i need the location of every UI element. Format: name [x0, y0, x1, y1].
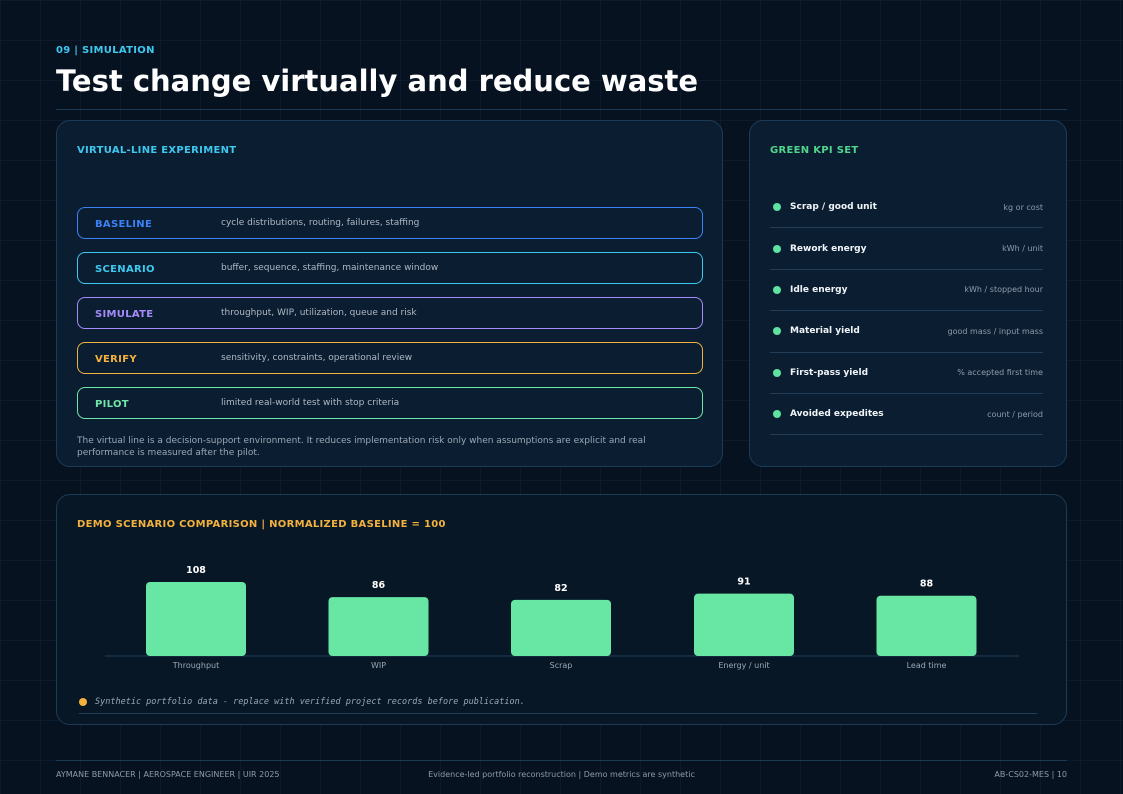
kpi-unit: % accepted first time [957, 368, 1043, 378]
demo-note-text: Synthetic portfolio data - replace with … [95, 697, 525, 707]
step-name: SCENARIO [95, 263, 155, 275]
step-name: BASELINE [95, 218, 153, 230]
experiment-note: The virtual line is a decision-support e… [77, 436, 646, 458]
footer-center: Evidence-led portfolio reconstruction | … [428, 770, 695, 779]
step-baseline: BASELINE cycle distributions, routing, f… [77, 207, 703, 239]
bar-value-label: 88 [920, 579, 934, 590]
bar-category-label: WIP [371, 661, 386, 670]
section-eyebrow: 09 | SIMULATION [56, 45, 155, 56]
kpi-item: Rework energy kWh / unit [770, 228, 1043, 270]
kpi-unit: kWh / unit [1002, 244, 1043, 254]
bullet-dot-icon [773, 244, 781, 253]
step-name: SIMULATE [95, 308, 154, 320]
footer-divider [56, 760, 1067, 761]
kpi-item: Material yield good mass / input mass [770, 311, 1043, 353]
page-title: Test change virtually and reduce waste [56, 64, 699, 98]
kpi-item: Avoided expedites count / period [770, 394, 1043, 436]
kpi-name: Scrap / good unit [790, 202, 877, 213]
bullet-dot-icon [773, 327, 781, 336]
experiment-panel: VIRTUAL-LINE EXPERIMENT BASELINE cycle d… [56, 120, 723, 467]
kpi-item: Idle energy kWh / stopped hour [770, 270, 1043, 312]
kpi-panel: GREEN KPI SET Scrap / good unit kg or co… [749, 120, 1067, 467]
bullet-dot-icon [773, 285, 781, 294]
bar-category-label: Scrap [550, 661, 573, 670]
step-verify: VERIFY sensitivity, constraints, operati… [77, 342, 703, 374]
bar-value-label: 82 [554, 583, 567, 594]
bar-category-label: Lead time [907, 661, 947, 670]
warning-dot-icon [79, 698, 87, 706]
step-scenario: SCENARIO buffer, sequence, staffing, mai… [77, 252, 703, 284]
bullet-dot-icon [773, 203, 781, 212]
bar-wip [328, 597, 429, 656]
kpi-list: Scrap / good unit kg or cost Rework ener… [770, 187, 1043, 436]
kpi-name: First-pass yield [790, 367, 869, 378]
bar-value-label: 108 [186, 565, 206, 576]
title-divider [56, 109, 1067, 110]
bar-lead-time [876, 595, 977, 656]
bullet-dot-icon [773, 368, 781, 377]
bar-category-label: Throughput [172, 661, 219, 670]
scenario-bar-chart: 108 Throughput 86 WIP 82 Scrap 91 Energy / unit… [105, 565, 1019, 670]
demo-note: Synthetic portfolio data - replace with … [79, 697, 1037, 714]
step-desc: sensitivity, constraints, operational re… [221, 352, 413, 363]
kpi-unit: count / period [987, 409, 1043, 419]
step-desc: throughput, WIP, utilization, queue and … [221, 307, 417, 318]
experiment-steps: BASELINE cycle distributions, routing, f… [77, 207, 703, 432]
kpi-name: Avoided expedites [790, 409, 884, 420]
kpi-unit: kWh / stopped hour [964, 285, 1043, 295]
bar-value-label: 91 [737, 577, 750, 588]
bar-value-label: 86 [372, 580, 386, 591]
kpi-item: First-pass yield % accepted first time [770, 353, 1043, 394]
step-desc: limited real-world test with stop criter… [221, 397, 400, 408]
bar-category-label: Energy / unit [718, 661, 769, 670]
footer-right: AB-CS02-MES | 10 [994, 770, 1067, 779]
step-desc: buffer, sequence, staffing, maintenance … [221, 262, 439, 273]
bar-throughput [146, 582, 246, 656]
step-name: PILOT [95, 398, 129, 410]
step-pilot: PILOT limited real-world test with stop … [77, 387, 703, 419]
step-simulate: SIMULATE throughput, WIP, utilization, q… [77, 297, 703, 329]
step-desc: cycle distributions, routing, failures, … [221, 217, 420, 228]
bar-scrap [511, 599, 611, 656]
kpi-unit: kg or cost [1003, 202, 1043, 212]
bullet-dot-icon [773, 410, 781, 419]
kpi-name: Rework energy [790, 243, 867, 254]
bar-energy-unit [694, 593, 794, 656]
step-name: VERIFY [95, 353, 137, 365]
experiment-heading: VIRTUAL-LINE EXPERIMENT [77, 145, 237, 156]
kpi-name: Idle energy [790, 284, 848, 295]
kpi-name: Material yield [790, 326, 860, 337]
kpi-item: Scrap / good unit kg or cost [770, 187, 1043, 229]
demo-panel: DEMO SCENARIO COMPARISON | NORMALIZED BA… [56, 494, 1067, 725]
kpi-unit: good mass / input mass [947, 326, 1043, 336]
kpi-heading: GREEN KPI SET [770, 145, 859, 156]
